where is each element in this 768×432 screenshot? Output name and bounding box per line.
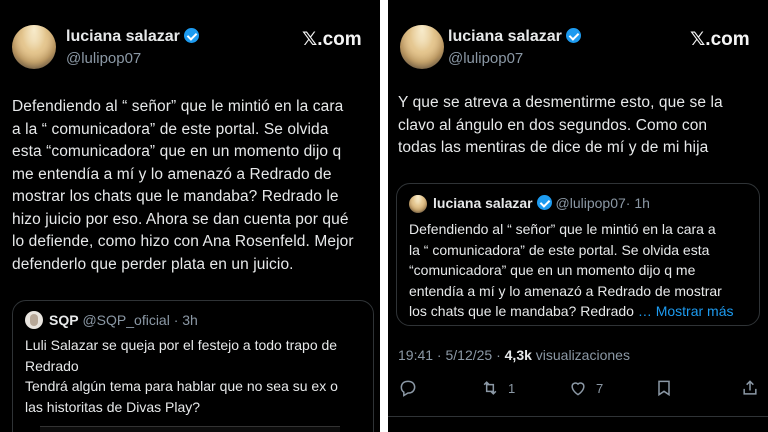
author-handle[interactable]: @lulipop07 bbox=[448, 50, 523, 67]
author-name[interactable]: luciana salazar bbox=[66, 28, 199, 46]
bookmark-icon bbox=[658, 380, 670, 397]
author-handle[interactable]: @lulipop07 bbox=[66, 50, 141, 67]
quote-header: luciana salazar @lulipop07· 1h bbox=[433, 195, 650, 211]
quote-author-name: luciana salazar bbox=[433, 195, 533, 211]
like-icon bbox=[571, 382, 585, 396]
quote-media-preview bbox=[40, 426, 340, 432]
x-logo: 𝕏.com bbox=[302, 29, 362, 50]
views-count: 4,3k bbox=[504, 347, 532, 363]
repost-count: 1 bbox=[508, 380, 516, 396]
quote-header: SQP @SQP_oficial · 3h bbox=[49, 312, 198, 328]
author-avatar[interactable] bbox=[400, 25, 444, 69]
verified-badge-icon bbox=[565, 28, 581, 43]
left-post-screenshot: luciana salazar @lulipop07 𝕏.com Defendi… bbox=[0, 0, 380, 432]
quote-author-name: SQP bbox=[49, 312, 79, 328]
author-avatar[interactable] bbox=[12, 25, 56, 69]
like-button[interactable]: 7 bbox=[568, 378, 603, 398]
repost-icon bbox=[483, 381, 497, 395]
bookmark-button[interactable] bbox=[654, 378, 674, 398]
quoted-post[interactable]: luciana salazar @lulipop07· 1h Defendien… bbox=[396, 183, 760, 326]
views-label: visualizaciones bbox=[531, 347, 630, 363]
quote-author-handle: @lulipop07 bbox=[555, 195, 626, 211]
quote-time: · 1h bbox=[625, 195, 650, 211]
post-meta: 19:41 · 5/12/25 · 4,3k visualizaciones bbox=[398, 347, 630, 363]
quoted-post[interactable]: SQP @SQP_oficial · 3h Luli Salazar se qu… bbox=[12, 300, 374, 432]
like-count: 7 bbox=[596, 380, 604, 396]
quote-avatar bbox=[409, 195, 427, 213]
share-icon bbox=[743, 380, 757, 395]
quote-avatar bbox=[25, 311, 43, 329]
share-button[interactable] bbox=[740, 378, 760, 398]
post-text: Defendiendo al “ señor” que le mintió en… bbox=[12, 98, 354, 273]
verified-badge-icon bbox=[536, 195, 552, 210]
reply-icon bbox=[400, 380, 416, 397]
verified-badge-icon bbox=[183, 28, 199, 43]
author-name-text: luciana salazar bbox=[66, 28, 180, 45]
show-more-link[interactable]: … Mostrar más bbox=[634, 303, 734, 319]
quote-text: Defendiendo al “ señor” que le mintió en… bbox=[409, 219, 759, 322]
author-name[interactable]: luciana salazar bbox=[448, 28, 581, 46]
quote-time: · 3h bbox=[173, 312, 198, 328]
reply-button[interactable] bbox=[398, 378, 418, 398]
quote-text: Luli Salazar se queja por el festejo a t… bbox=[25, 337, 338, 415]
post-text: Y que se atreva a desmentirme esto, que … bbox=[398, 94, 723, 156]
author-name-text: luciana salazar bbox=[448, 28, 562, 45]
repost-button[interactable]: 1 bbox=[480, 378, 515, 398]
right-post-screenshot: luciana salazar @lulipop07 𝕏.com Y que s… bbox=[388, 0, 768, 432]
quote-author-handle: @SQP_oficial bbox=[82, 312, 170, 328]
divider bbox=[388, 416, 768, 417]
post-timestamp[interactable]: 19:41 · 5/12/25 · bbox=[398, 347, 505, 363]
x-logo: 𝕏.com bbox=[690, 29, 750, 50]
